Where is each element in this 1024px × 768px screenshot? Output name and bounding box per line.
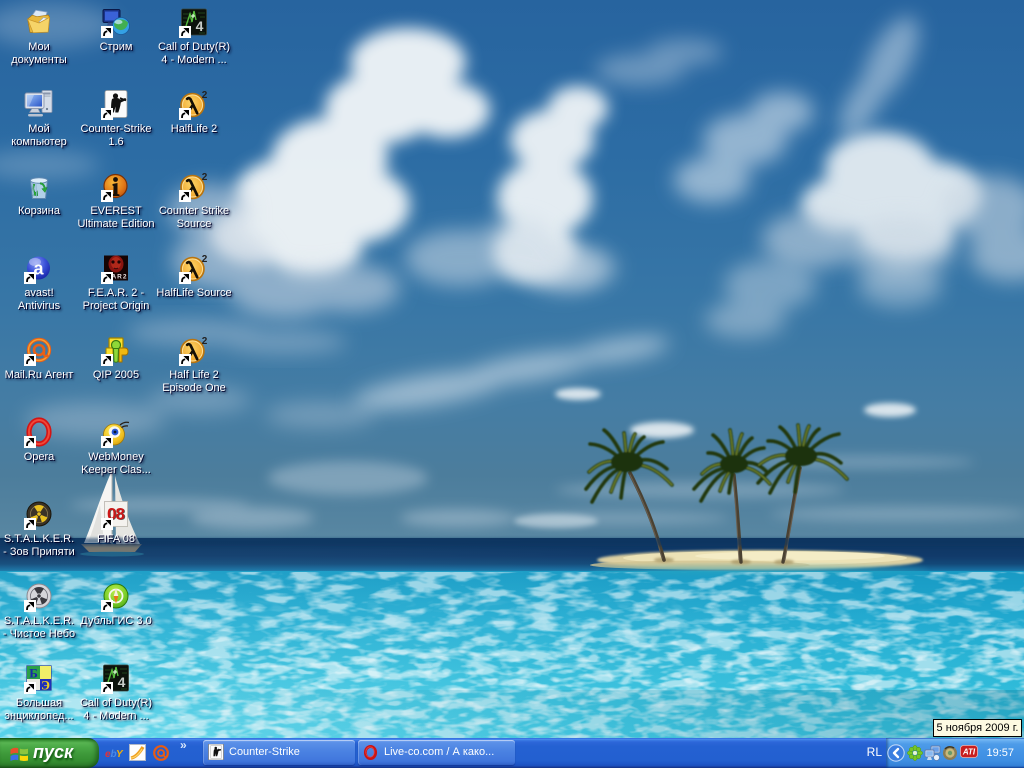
svg-text:ATI: ATI bbox=[962, 748, 976, 757]
svg-text:Y: Y bbox=[116, 749, 124, 759]
